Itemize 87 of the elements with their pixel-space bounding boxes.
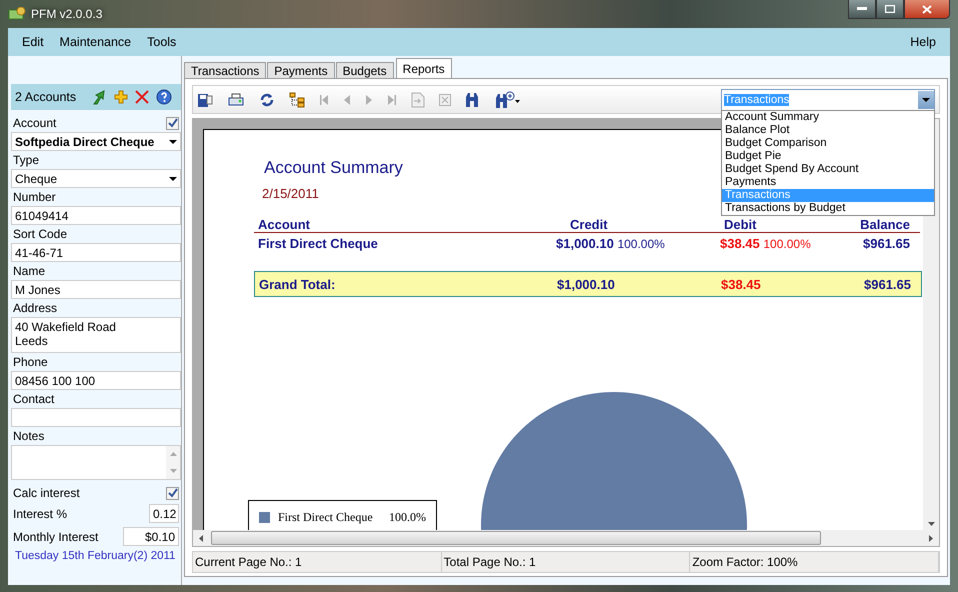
- field-label: Account: [13, 116, 56, 130]
- status-text: Zoom Factor: 100%: [690, 552, 940, 572]
- notes-field[interactable]: [11, 445, 181, 480]
- dropdown-button[interactable]: [918, 90, 934, 108]
- table-cell-text: $38.45: [721, 276, 762, 292]
- input-field[interactable]: [11, 408, 181, 427]
- dropdown-option[interactable]: Payments: [722, 176, 934, 188]
- column-header: Credit: [569, 217, 609, 232]
- field-label: Name: [12, 263, 46, 280]
- dropdown-option[interactable]: Balance Plot: [722, 124, 934, 136]
- caret-icon: [922, 98, 930, 102]
- table-cell-text: Grand Total:: [259, 276, 336, 292]
- refresh-icon[interactable]: [259, 92, 275, 108]
- printer-icon[interactable]: [227, 92, 245, 106]
- horizontal-scrollbar[interactable]: [193, 530, 939, 546]
- caret-icon: [169, 140, 177, 144]
- maximize-icon: [885, 5, 895, 13]
- dropdown-option[interactable]: Account Summary: [722, 110, 934, 124]
- monthly-interest-field[interactable]: $0.10: [123, 527, 179, 546]
- table-cell-text: $961.65: [862, 236, 910, 251]
- field-label: Number: [12, 189, 57, 206]
- interest-field[interactable]: 0.12: [149, 504, 179, 523]
- legend-value: 100.0%: [389, 510, 426, 525]
- binoculars-icon[interactable]: [465, 92, 481, 108]
- window-title: PFM v2.0.0.3: [31, 7, 102, 21]
- table-cell-text: First Direct Cheque: [258, 236, 379, 251]
- calc-interest-checkbox[interactable]: [166, 486, 179, 500]
- tab[interactable]: Budgets: [336, 62, 394, 78]
- tab[interactable]: Reports: [396, 58, 452, 78]
- address-field[interactable]: 40 Wakefield Road Leeds: [11, 317, 181, 353]
- column-header: Account: [258, 217, 311, 232]
- field-label: Interest %: [13, 506, 68, 520]
- field-label: Notes: [12, 428, 46, 445]
- account-checkbox[interactable]: [166, 116, 179, 130]
- dropdown-option[interactable]: Budget Comparison: [722, 136, 934, 150]
- table-cell-text: $38.45 100.00%: [720, 236, 812, 251]
- field-label: Sort Code: [12, 226, 68, 243]
- status-text: Current Page No.: 1: [193, 552, 442, 572]
- input-field[interactable]: 41-46-71: [11, 243, 181, 262]
- input-field[interactable]: M Jones: [11, 280, 181, 299]
- dropdown-option[interactable]: Transactions by Budget: [722, 202, 934, 214]
- table-cell-text: $1,000.10 100.00%: [556, 236, 666, 251]
- maximize-button[interactable]: [876, 0, 904, 19]
- save-icon[interactable]: [197, 92, 213, 108]
- input-field[interactable]: 61049414: [11, 206, 181, 225]
- accounts-count: 2 Accounts: [15, 90, 76, 104]
- close-icon: [922, 4, 932, 14]
- column-header: Debit: [723, 217, 758, 232]
- report-title: Account Summary: [264, 158, 403, 178]
- close-button[interactable]: [904, 0, 950, 19]
- field-label: Phone: [12, 354, 49, 371]
- column-header: Balance: [859, 217, 910, 232]
- account-dropdown[interactable]: Softpedia Direct Cheque: [11, 132, 181, 151]
- type-dropdown[interactable]: Cheque: [11, 169, 181, 188]
- legend-label: First Direct Cheque: [278, 510, 374, 525]
- right-arrow-icon[interactable]: [929, 534, 933, 542]
- minimize-icon: [857, 7, 867, 11]
- input-field[interactable]: 08456 100 100: [11, 371, 181, 390]
- status-text: Total Page No.: 1: [442, 552, 690, 572]
- tree-icon[interactable]: [289, 92, 305, 108]
- caret-icon: [169, 176, 177, 180]
- field-label: Calc interest: [13, 486, 80, 500]
- field-label: Type: [12, 152, 40, 169]
- left-arrow-icon[interactable]: [199, 534, 203, 542]
- table-cell-text: $961.65: [863, 276, 911, 292]
- tab[interactable]: Transactions: [184, 62, 266, 78]
- table-cell-text: $1,000.10: [557, 276, 616, 292]
- menu-item[interactable]: Edit: [14, 35, 52, 49]
- money-icon: [8, 7, 26, 21]
- zoom-binoculars-icon[interactable]: [495, 90, 521, 108]
- help-icon[interactable]: [156, 89, 172, 105]
- menu-item[interactable]: Tools: [139, 35, 184, 49]
- report-date: 2/15/2011: [262, 186, 319, 201]
- down-arrow-icon[interactable]: [928, 522, 934, 526]
- tab[interactable]: Payments: [267, 62, 335, 78]
- menu-item[interactable]: Maintenance: [52, 35, 140, 49]
- dropdown-option[interactable]: Budget Pie: [722, 150, 934, 162]
- menu-item[interactable]: Help: [902, 35, 944, 49]
- field-label: Contact: [12, 391, 56, 408]
- delete-icon[interactable]: [135, 90, 150, 104]
- field-label: Address: [12, 300, 58, 317]
- field-label: Monthly Interest: [13, 530, 98, 544]
- dropdown-option[interactable]: Budget Spend By Account: [722, 162, 934, 176]
- legend-swatch: [259, 512, 270, 523]
- date-label: Tuesday 15th February(2) 2011: [14, 549, 176, 564]
- minimize-button[interactable]: [848, 0, 876, 19]
- arrow-icon[interactable]: [91, 89, 108, 105]
